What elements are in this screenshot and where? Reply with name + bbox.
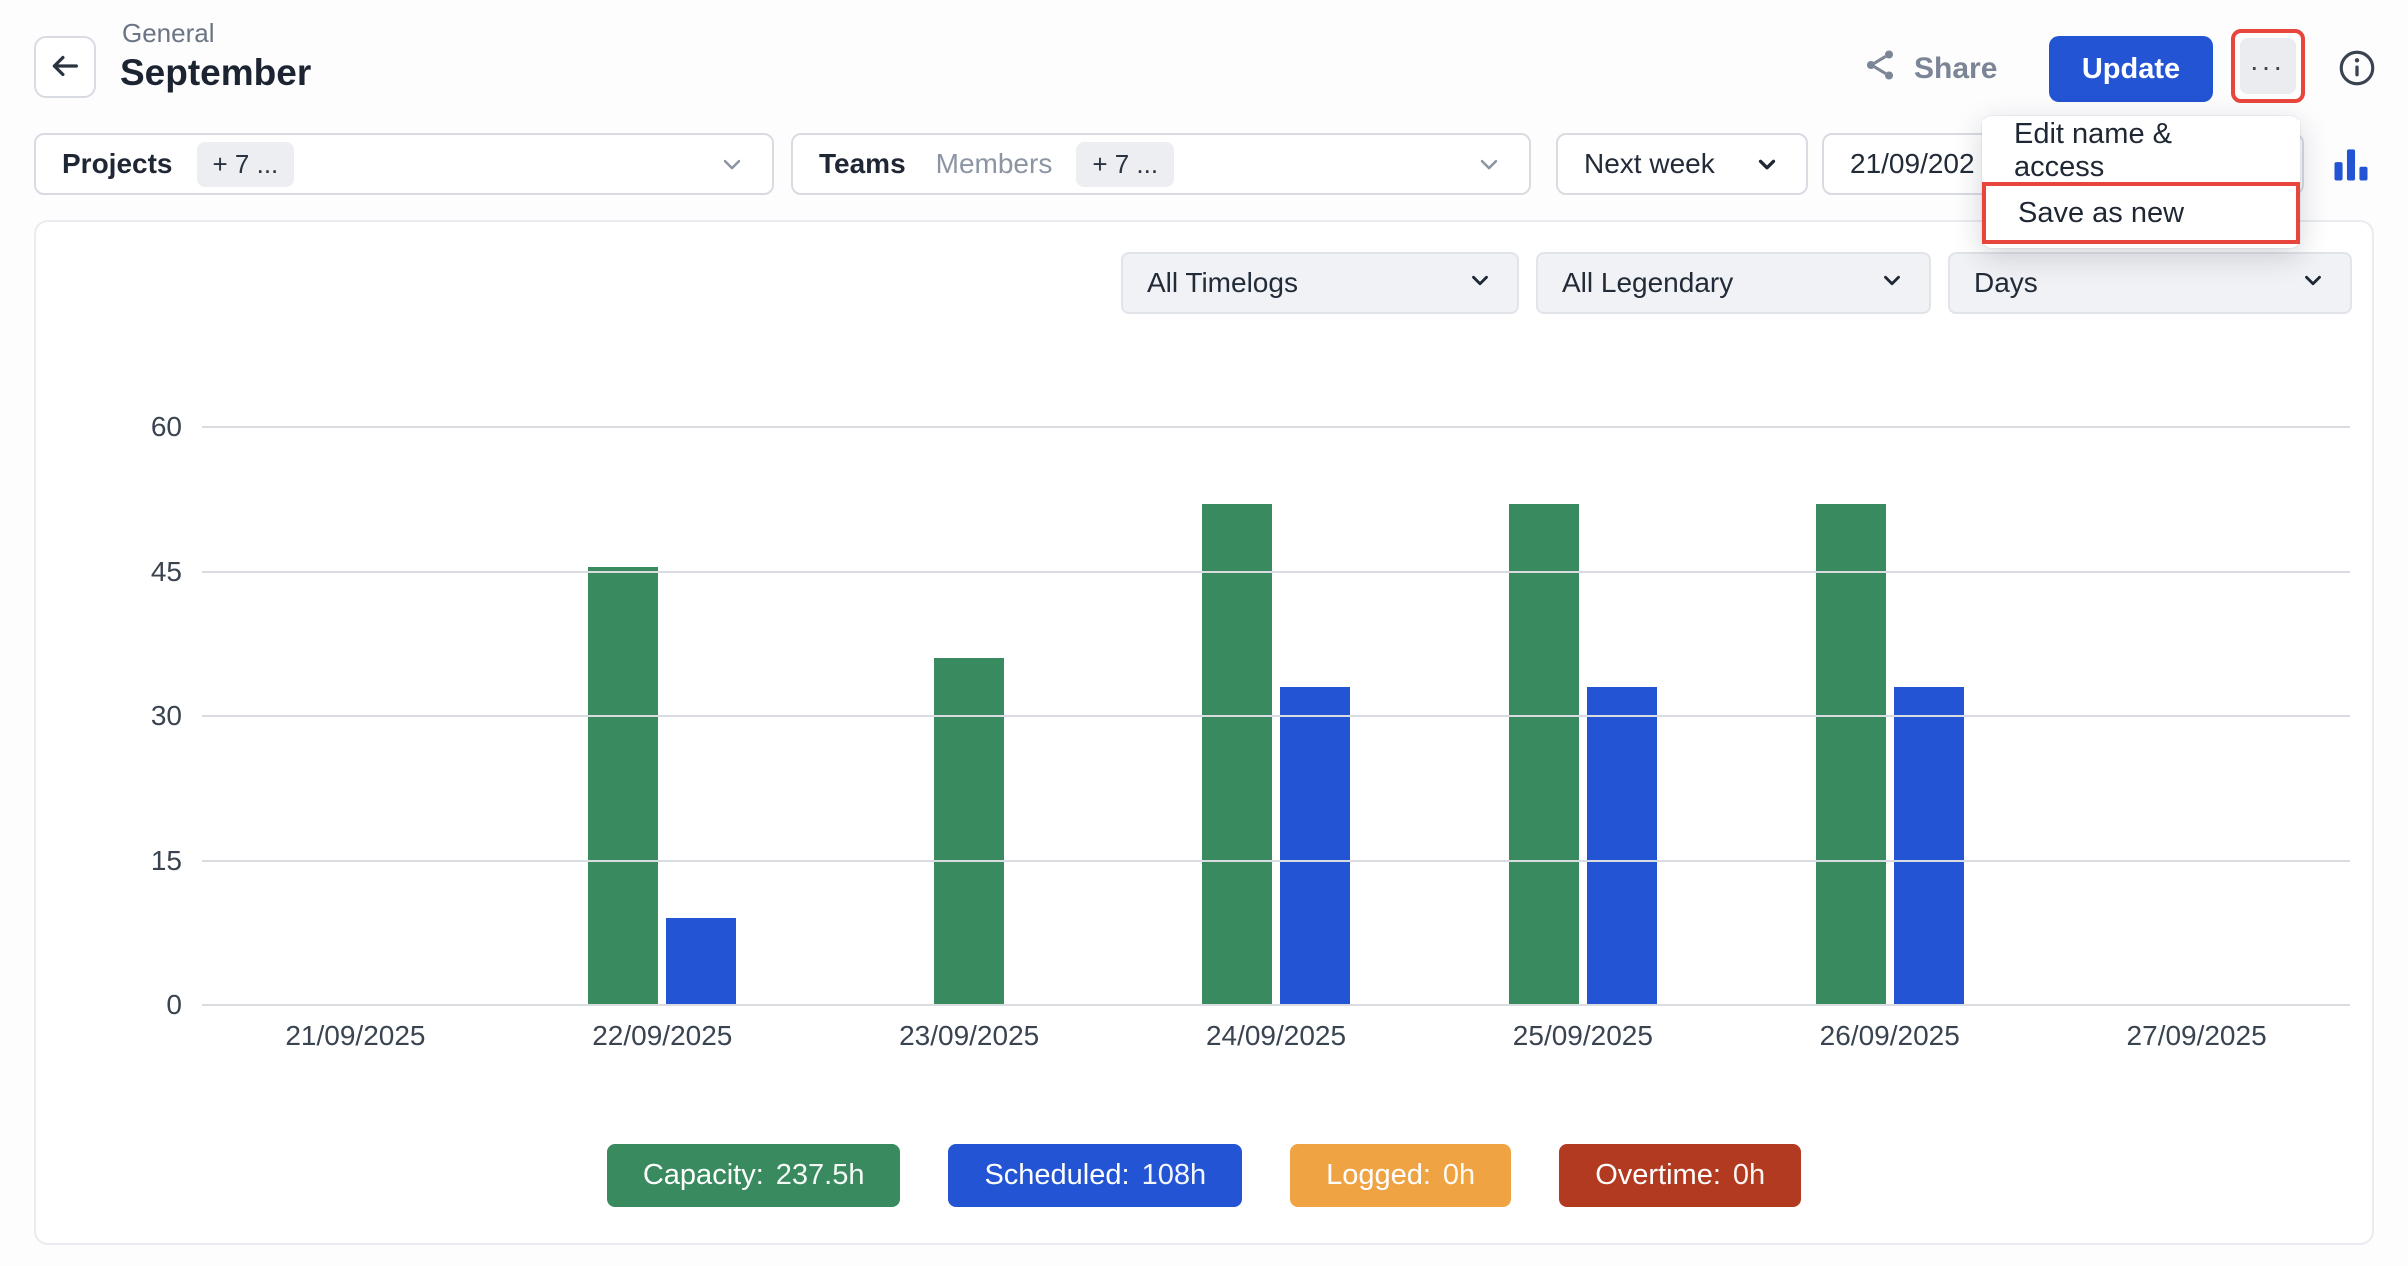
gridline [202,571,2350,573]
chevron-down-icon [2300,267,2326,300]
more-options-button[interactable]: ... [2240,38,2296,94]
y-axis-tick-label: 30 [151,700,182,732]
legend-label: Overtime: [1595,1159,1721,1192]
teams-label: Teams [819,148,906,180]
chevron-down-icon [1879,267,1905,300]
projects-more-chip[interactable]: + 7 ... [197,142,295,187]
gridline [202,715,2350,717]
menu-item-save-as-new[interactable]: Save as new [1982,182,2300,244]
legend-badge-capacity: Capacity: 237.5h [607,1144,901,1207]
update-button[interactable]: Update [2049,36,2213,102]
granularity-select[interactable]: Days [1948,252,2352,314]
legend-label: Logged: [1326,1159,1431,1192]
menu-item-edit-name-access[interactable]: Edit name & access [1982,120,2300,182]
legend-label: Scheduled: [984,1159,1129,1192]
x-axis-tick-label: 21/09/2025 [202,1020,509,1052]
legend-badge-scheduled: Scheduled: 108h [948,1144,1242,1207]
info-button[interactable] [2330,42,2384,96]
period-value: Next week [1584,148,1715,180]
capacity-bar [588,567,658,1005]
teams-more-chip[interactable]: + 7 ... [1076,142,1174,187]
x-axis-tick-label: 25/09/2025 [1429,1020,1736,1052]
share-label: Share [1914,52,1997,86]
legend-value: 237.5h [776,1159,865,1192]
chart-controls: All Timelogs All Legendary Days [36,252,2352,314]
projects-filter[interactable]: Projects + 7 ... [34,133,774,195]
timelogs-value: All Timelogs [1147,267,1298,299]
bar-chart-plot [202,427,2350,1005]
granularity-value: Days [1974,267,2038,299]
x-axis-tick-label: 23/09/2025 [816,1020,1123,1052]
gridline [202,1004,2350,1006]
workload-chart-card: All Timelogs All Legendary Days 0 15 30 45 6… [34,220,2374,1245]
date-range-value: 21/09/202 [1850,148,1975,180]
info-icon [2336,47,2378,92]
scheduled-bar [1280,687,1350,1005]
legend-value: 108h [1142,1159,1207,1192]
members-label[interactable]: Members [936,148,1053,180]
period-select[interactable]: Next week [1556,133,1808,195]
ellipsis-icon: ... [2250,47,2285,85]
y-axis-tick-label: 45 [151,556,182,588]
x-axis-tick-label: 24/09/2025 [1123,1020,1430,1052]
projects-label: Projects [62,148,173,180]
x-axis: 21/09/202522/09/202523/09/202524/09/2025… [202,1020,2350,1052]
scheduled-bar [1587,687,1657,1005]
capacity-bar [1202,504,1272,1005]
breadcrumb: General [122,18,215,49]
chart-view-button[interactable] [2322,136,2380,194]
scheduled-bar [666,918,736,1005]
gridline [202,860,2350,862]
x-axis-tick-label: 26/09/2025 [1736,1020,2043,1052]
timelogs-select[interactable]: All Timelogs [1121,252,1519,314]
y-axis-tick-label: 0 [166,989,182,1021]
chevron-down-icon [1754,151,1780,177]
legendary-value: All Legendary [1562,267,1733,299]
workload-page: General September Share Update ... Proje… [0,0,2408,1266]
legend-label: Capacity: [643,1159,764,1192]
back-button[interactable] [34,36,96,98]
chevron-down-icon [718,150,746,178]
y-axis: 015304560 [76,427,182,1005]
more-options-menu: Edit name & access Save as new [1982,116,2300,248]
capacity-bar [1816,504,1886,1005]
chevron-down-icon [1475,150,1503,178]
annotation-box-more-button: ... [2231,29,2305,103]
x-axis-tick-label: 22/09/2025 [509,1020,816,1052]
legend-badge-overtime: Overtime: 0h [1559,1144,1801,1207]
scheduled-bar [1894,687,1964,1005]
legend-badge-logged: Logged: 0h [1290,1144,1511,1207]
chart-legend: Capacity:237.5hScheduled:108hLogged:0hOv… [36,1144,2372,1207]
share-icon [1862,47,1898,91]
x-axis-tick-label: 27/09/2025 [2043,1020,2350,1052]
y-axis-tick-label: 60 [151,411,182,443]
y-axis-tick-label: 15 [151,845,182,877]
teams-filter[interactable]: Teams Members + 7 ... [791,133,1531,195]
legend-value: 0h [1733,1159,1765,1192]
legendary-select[interactable]: All Legendary [1536,252,1931,314]
arrow-left-icon [48,49,82,86]
capacity-bar [1509,504,1579,1005]
page-title: September [120,52,311,94]
gridline [202,426,2350,428]
legend-value: 0h [1443,1159,1475,1192]
bar-chart-icon [2329,142,2373,189]
share-button[interactable]: Share [1862,38,1997,100]
capacity-bar [934,658,1004,1005]
chevron-down-icon [1467,267,1493,300]
